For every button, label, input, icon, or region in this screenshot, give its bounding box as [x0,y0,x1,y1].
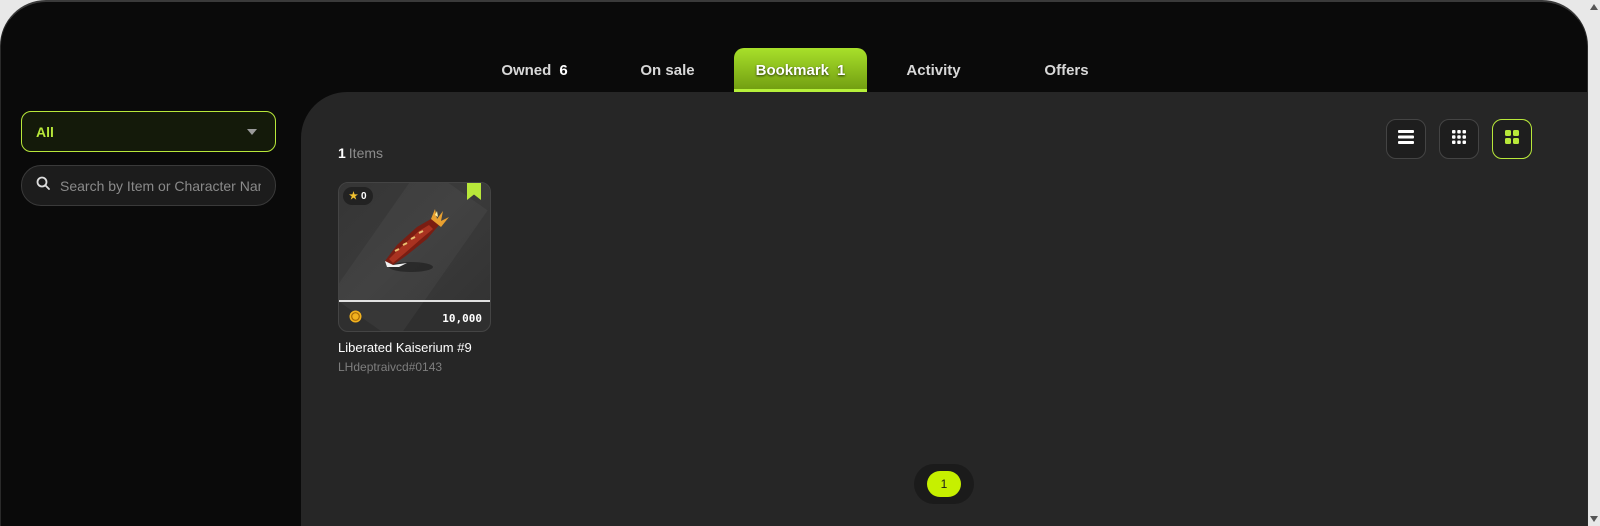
chevron-down-icon [247,128,257,135]
tab-count: 6 [559,61,568,79]
tab-label: Activity [906,61,961,79]
grid-small-icon [1451,129,1467,150]
gauntlet-item-icon [385,209,449,272]
tab-label: Owned [501,61,552,79]
item-name[interactable]: Liberated Kaiserium #9 [338,340,472,355]
search-box [21,165,276,206]
coin-icon [349,310,362,328]
tab-bookmark[interactable]: Bookmark 1 [734,48,867,92]
list-view-button[interactable] [1386,119,1426,159]
main-panel: 1 Items ★ 0 10,000 Liberated Kaiserium #… [301,92,1587,526]
tab-bar: Owned 6 On sale Bookmark 1 Activity Offe… [468,48,1133,92]
app-frame: Owned 6 On sale Bookmark 1 Activity Offe… [0,0,1588,526]
item-card[interactable]: ★ 0 10,000 [338,182,491,332]
scroll-up-arrow-icon[interactable] [1590,4,1598,10]
category-filter-select[interactable]: All [21,111,276,152]
tab-owned[interactable]: Owned 6 [468,48,601,92]
search-input[interactable] [60,177,261,194]
tab-offers[interactable]: Offers [1000,48,1133,92]
star-count: 0 [360,190,367,202]
item-image: ★ 0 [339,183,490,302]
tab-count: 1 [837,61,846,79]
star-icon: ★ [349,190,358,202]
tab-label: On sale [640,61,695,79]
bookmark-icon[interactable] [467,183,481,205]
page-scrollbar[interactable] [1588,0,1600,526]
card-footer: 10,000 [339,304,490,331]
search-icon [36,176,50,195]
items-count-label: Items [348,145,384,161]
tab-activity[interactable]: Activity [867,48,1000,92]
small-grid-view-button[interactable] [1439,119,1479,159]
items-count-number: 1 [338,145,346,161]
items-count: 1 Items [338,145,383,161]
tab-on-sale[interactable]: On sale [601,48,734,92]
scroll-down-arrow-icon[interactable] [1590,516,1598,522]
item-price: 10,000 [442,312,482,325]
filter-value: All [36,123,54,140]
page-button-current[interactable]: 1 [927,471,961,497]
item-owner: LHdeptraivcd#0143 [338,360,443,374]
grid-large-icon [1504,129,1520,150]
tab-label: Offers [1044,61,1089,79]
large-grid-view-button[interactable] [1492,119,1532,159]
list-icon [1397,129,1415,150]
pagination: 1 [914,464,974,504]
tab-label: Bookmark [755,61,829,79]
star-rating-badge: ★ 0 [343,187,373,205]
